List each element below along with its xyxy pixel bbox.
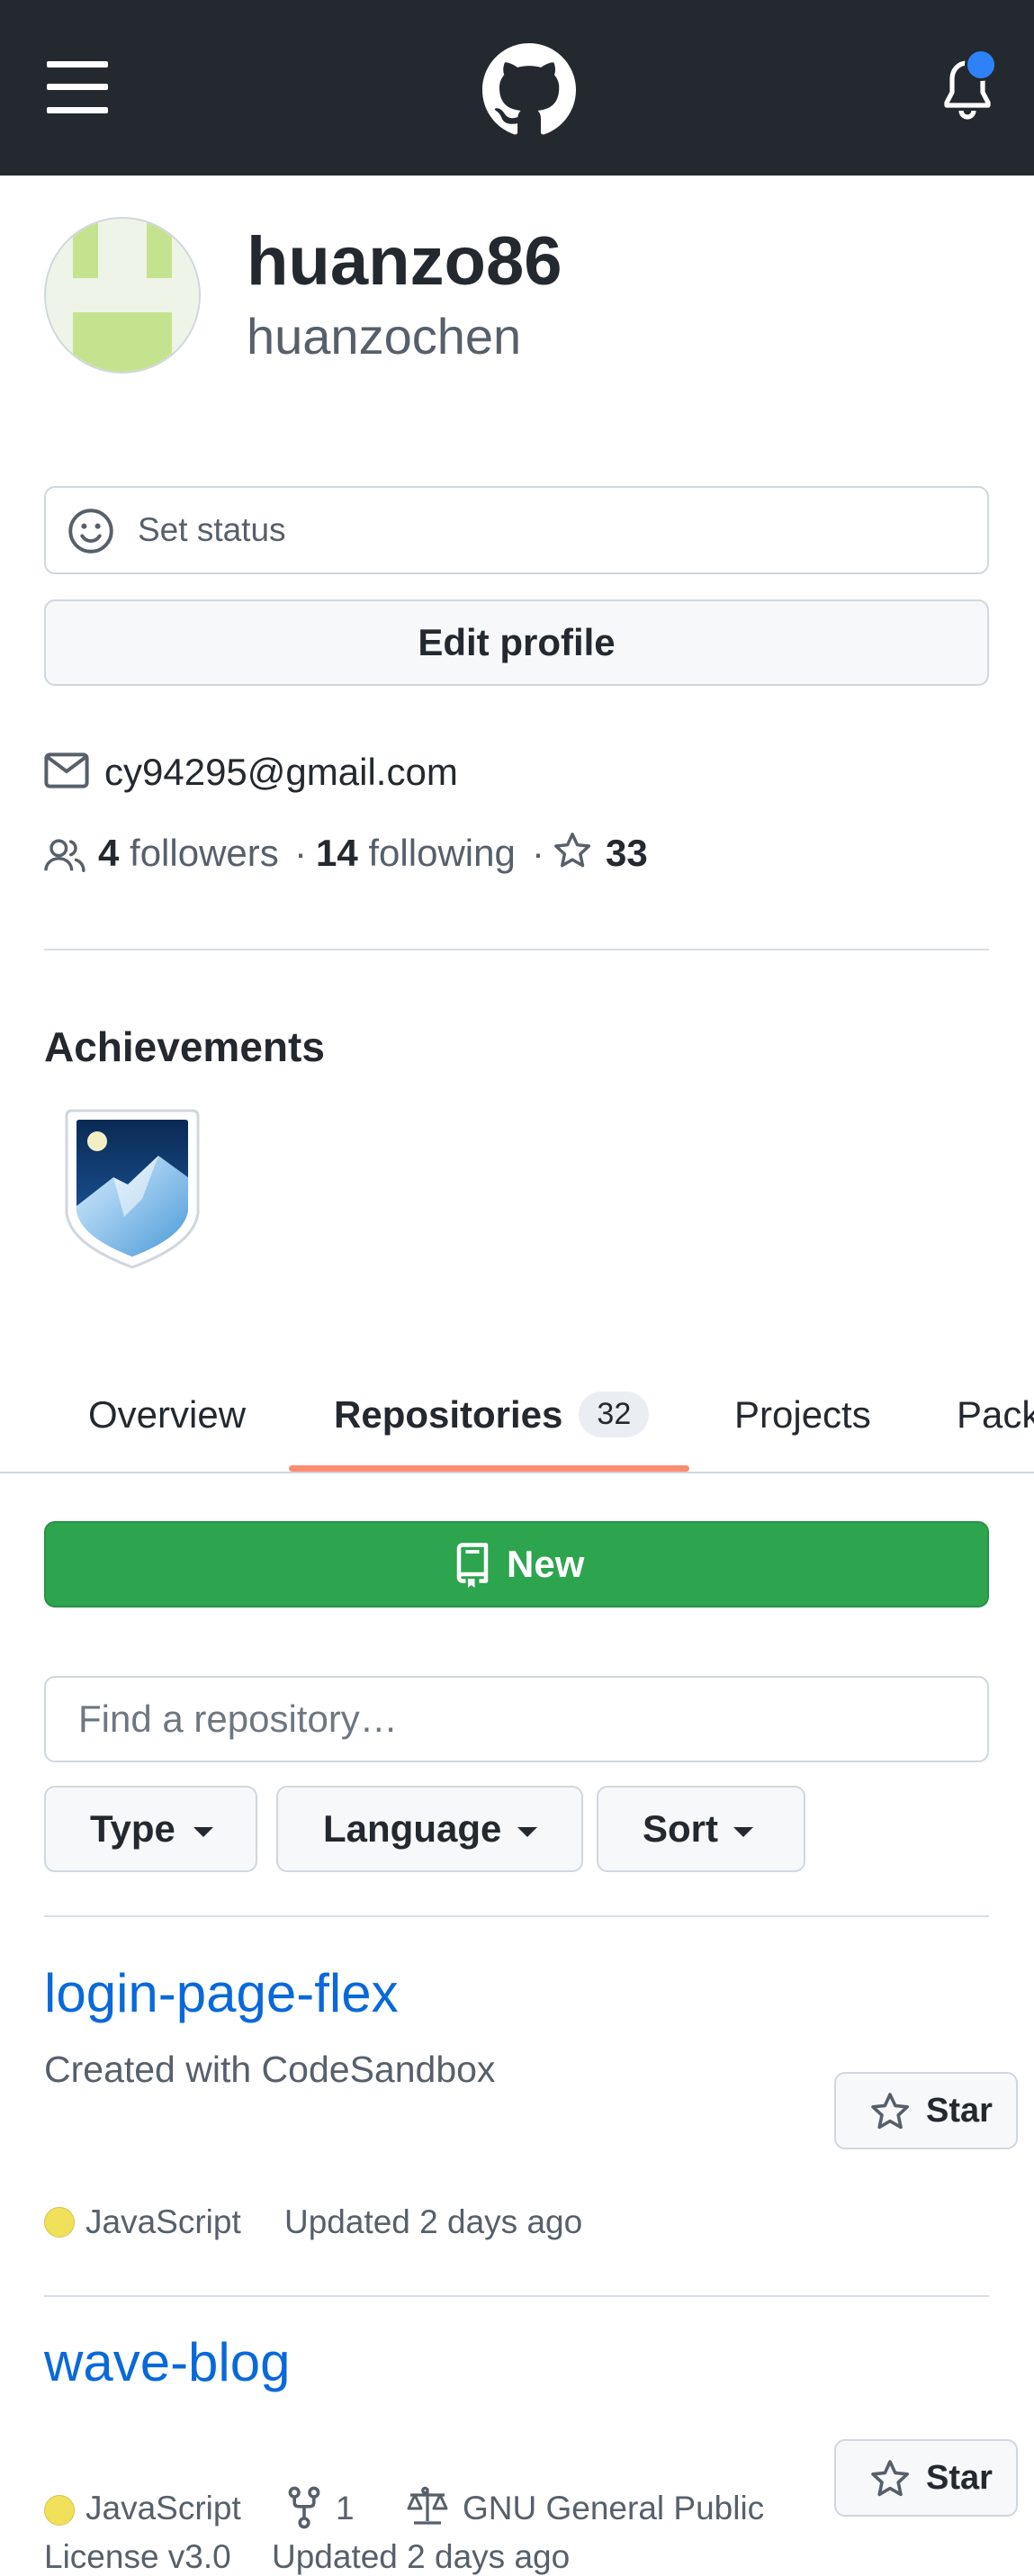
fork-icon [288, 2486, 320, 2529]
divider [44, 949, 989, 950]
law-icon [407, 2486, 448, 2525]
repository-name-link[interactable]: login-page-flex [44, 1962, 399, 2024]
repository-license-continued: License v3.0 [44, 2538, 231, 2575]
repository-license: GNU General Public [463, 2490, 765, 2526]
stars-count: 33 [606, 832, 648, 874]
profile-tab-bar: Overview Repositories 32 Projects Package… [0, 1350, 1034, 1473]
repository-language: JavaScript [85, 2490, 241, 2526]
set-status-button[interactable]: Set status [44, 486, 989, 574]
type-filter-dropdown[interactable]: Type [44, 1786, 257, 1872]
separator-dot: · [532, 832, 544, 874]
followers-count: 4 [98, 832, 120, 874]
following-count: 14 [316, 832, 358, 874]
star-icon [871, 2093, 909, 2130]
repository-updated: Updated 2 days ago [272, 2538, 571, 2575]
mail-icon [44, 752, 89, 788]
unread-notification-dot [965, 49, 997, 81]
star-button[interactable]: Star [834, 2439, 1018, 2517]
sort-filter-dropdown[interactable]: Sort [597, 1786, 805, 1872]
new-repository-button[interactable]: New [44, 1521, 989, 1608]
divider [44, 2295, 989, 2297]
repositories-count-badge: 32 [579, 1392, 650, 1438]
avatar[interactable] [44, 217, 201, 374]
star-button-label: Star [926, 2092, 993, 2130]
chevron-down-icon [517, 1827, 537, 1837]
following-label: following [368, 832, 516, 874]
repository-language: JavaScript [85, 2203, 241, 2240]
repository-name-link[interactable]: wave-blog [44, 2331, 291, 2393]
tab-overview[interactable]: Overview [88, 1393, 246, 1437]
separator-dot: · [294, 832, 307, 874]
new-button-label: New [507, 1543, 585, 1585]
find-repository-field [44, 1676, 989, 1762]
star-icon [871, 2460, 909, 2497]
repository-description: Created with CodeSandbox [44, 2049, 496, 2090]
tab-projects[interactable]: Projects [734, 1393, 871, 1437]
profile-name: huanzo86 [247, 223, 562, 300]
repository-list-item: wave-blog JavaScript 1 GNU General Publi… [0, 2331, 1034, 2575]
language-filter-label: Language [323, 1807, 502, 1850]
repository-updated: Updated 2 days ago [284, 2203, 583, 2240]
github-logo-icon[interactable] [482, 43, 576, 137]
star-icon [554, 833, 591, 868]
achievements-title: Achievements [44, 1023, 325, 1070]
tab-repositories[interactable]: Repositories 32 [334, 1392, 650, 1440]
tab-repositories-label: Repositories [334, 1393, 563, 1436]
set-status-label: Set status [138, 511, 286, 548]
arctic-code-vault-badge-icon[interactable] [59, 1105, 205, 1273]
language-color-dot [44, 2207, 75, 2238]
star-button[interactable]: Star [834, 2072, 1018, 2149]
language-filter-dropdown[interactable]: Language [276, 1786, 583, 1872]
email-link[interactable]: cy94295@gmail.com [104, 751, 458, 794]
top-navigation-bar [0, 0, 1034, 176]
divider [44, 1915, 989, 1917]
type-filter-label: Type [90, 1807, 175, 1850]
sort-filter-label: Sort [643, 1807, 718, 1850]
hamburger-menu-icon[interactable] [47, 61, 108, 113]
profile-login: huanzochen [247, 308, 522, 365]
edit-profile-button[interactable]: Edit profile [44, 599, 989, 686]
chevron-down-icon [733, 1827, 753, 1837]
language-color-dot [44, 2495, 75, 2526]
people-icon [44, 839, 85, 872]
chevron-down-icon [193, 1827, 213, 1837]
followers-label: followers [130, 832, 279, 874]
find-repository-input[interactable] [78, 1678, 969, 1761]
active-tab-indicator [289, 1465, 689, 1472]
smiley-icon [68, 509, 113, 554]
followers-link[interactable]: 4 followers [98, 832, 279, 875]
repo-icon [456, 1543, 489, 1588]
tab-packages[interactable]: Packages [957, 1393, 1034, 1437]
star-button-label: Star [926, 2459, 993, 2497]
repository-list-item: login-page-flex Created with CodeSandbox… [0, 1962, 1034, 2240]
repository-forks-count[interactable]: 1 [336, 2490, 355, 2527]
following-link[interactable]: 14 following [316, 832, 516, 875]
